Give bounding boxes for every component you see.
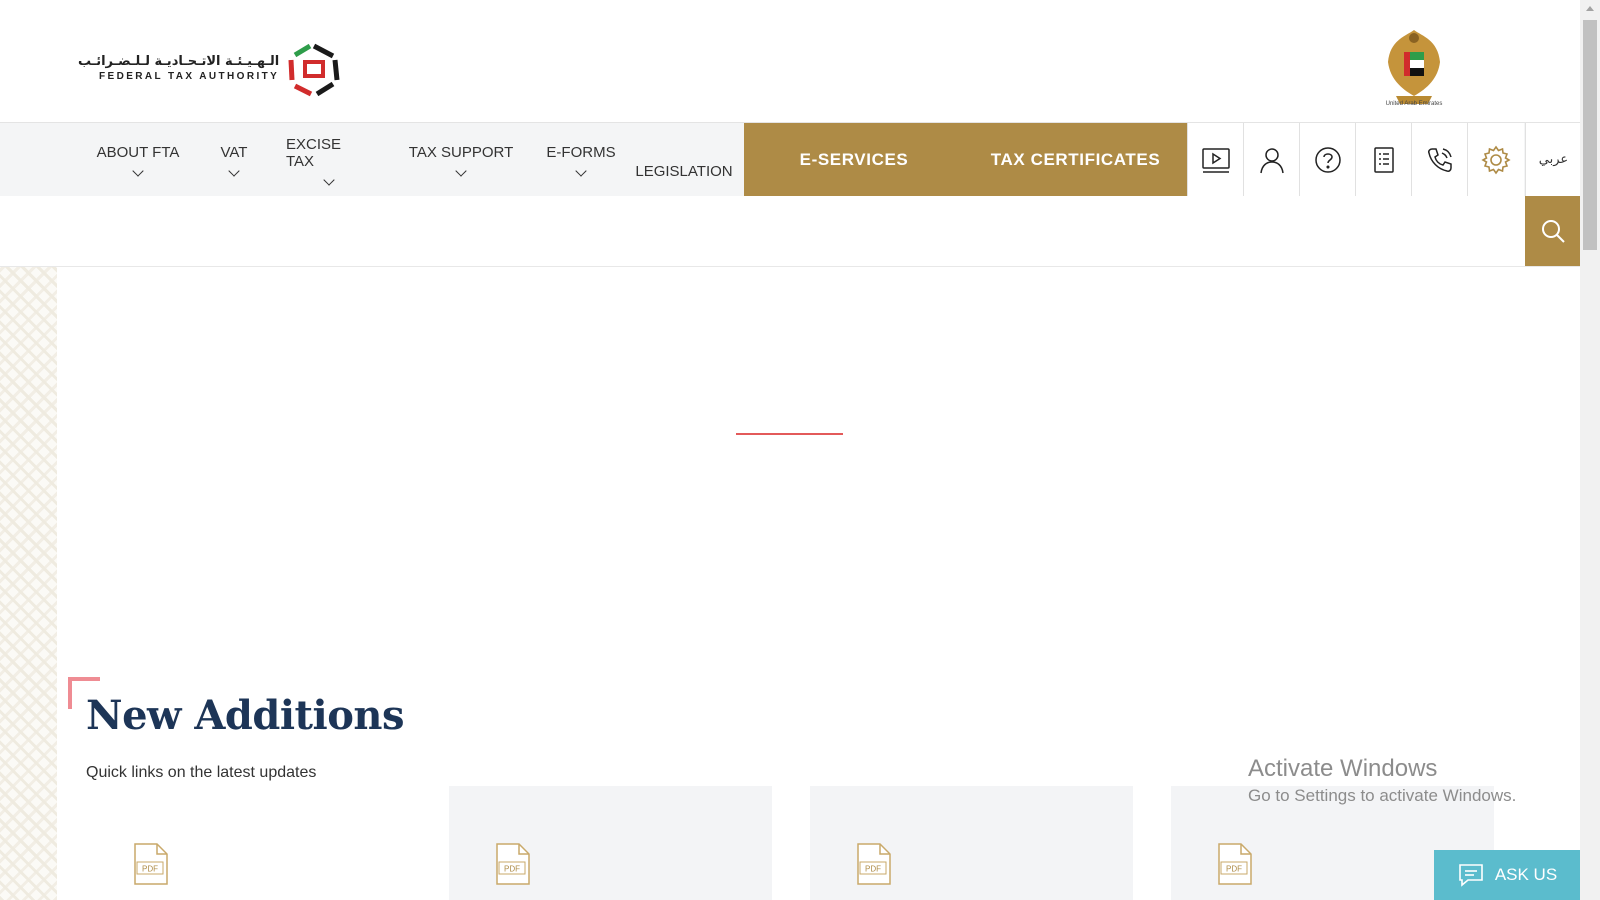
uae-emblem-icon	[1388, 30, 1440, 104]
pdf-icon: PDF	[857, 843, 891, 885]
pdf-icon: PDF	[1218, 843, 1252, 885]
video-button[interactable]	[1187, 123, 1244, 196]
pdf-label: PDF	[1226, 865, 1242, 874]
settings-icon	[1481, 145, 1511, 174]
nav-item-excise-tax[interactable]: EXCISE TAX	[286, 123, 372, 196]
emblem-caption: United Arab Emirates	[1385, 101, 1443, 107]
chat-icon	[1459, 864, 1483, 887]
fta-logo[interactable]: الـهـيـئـة الاتـحـاديـة لـلـضـرائـب FEDE…	[78, 40, 343, 98]
search-button[interactable]	[1525, 196, 1580, 266]
search-bar	[0, 196, 1580, 267]
help-button[interactable]	[1299, 123, 1356, 196]
gold-services-block: E-SERVICES TAX CERTIFICATES	[744, 123, 1187, 196]
chevron-down-icon	[323, 173, 335, 186]
new-addition-card[interactable]: PDF	[810, 786, 1133, 900]
nav-item-about-fta[interactable]: ABOUT FTA	[96, 123, 180, 196]
nav-label: VAT	[220, 144, 248, 161]
nav-item-e-forms[interactable]: E-FORMS	[546, 123, 616, 196]
pdf-label: PDF	[504, 865, 520, 874]
video-icon	[1202, 147, 1230, 173]
search-icon	[1541, 220, 1565, 243]
documents-button[interactable]	[1355, 123, 1412, 196]
chevron-down-icon	[228, 165, 240, 177]
section-title: New Additions	[86, 692, 405, 739]
scroll-thumb[interactable]	[1583, 20, 1597, 250]
pdf-label: PDF	[142, 865, 158, 874]
logo-english: FEDERAL TAX AUTHORITY	[99, 71, 280, 82]
help-icon	[1315, 146, 1341, 173]
nav-label: EXCISE TAX	[286, 135, 342, 170]
page-scrollbar[interactable]	[1580, 0, 1600, 900]
loading-indicator	[736, 433, 843, 435]
nav-label: E-FORMS	[546, 144, 616, 161]
pdf-label: PDF	[865, 865, 881, 874]
chevron-down-icon	[575, 165, 587, 177]
ask-us-button[interactable]: ASK US	[1434, 850, 1580, 900]
pdf-icon: PDF	[496, 843, 530, 885]
header: الـهـيـئـة الاتـحـاديـة لـلـضـرائـب FEDE…	[0, 0, 1580, 122]
ask-us-label: ASK US	[1494, 865, 1558, 884]
new-addition-card[interactable]: PDF	[87, 786, 410, 900]
phone-icon	[1428, 147, 1452, 172]
chevron-down-icon	[455, 165, 467, 177]
fta-emblem-icon	[288, 43, 340, 97]
scroll-up-arrow-icon[interactable]	[1586, 6, 1594, 11]
settings-button[interactable]	[1467, 123, 1524, 196]
nav-label: ABOUT FTA	[96, 144, 180, 161]
account-button[interactable]	[1243, 123, 1300, 196]
watermark-title: Activate Windows	[1248, 755, 1438, 782]
nav-label: LEGISLATION	[635, 163, 733, 180]
logo-text: الـهـيـئـة الاتـحـاديـة لـلـضـرائـب FEDE…	[78, 54, 279, 84]
new-addition-card[interactable]: PDF	[449, 786, 772, 900]
contact-button[interactable]	[1411, 123, 1468, 196]
language-toggle[interactable]: عربي	[1525, 123, 1581, 196]
nav-item-legislation[interactable]: LEGISLATION	[635, 123, 733, 196]
pdf-icon: PDF	[134, 843, 168, 885]
tax-certificates-button[interactable]: TAX CERTIFICATES	[964, 123, 1187, 196]
section-subtitle: Quick links on the latest updates	[86, 764, 317, 781]
windows-activation-watermark: Activate Windows Go to Settings to activ…	[1248, 754, 1516, 808]
nav-item-vat[interactable]: VAT	[214, 123, 254, 196]
user-icon	[1260, 147, 1284, 173]
main-navigation: ABOUT FTA VAT EXCISE TAX TAX SUPPORT E-F…	[0, 122, 1581, 197]
watermark-subtitle: Go to Settings to activate Windows.	[1248, 786, 1517, 805]
e-services-button[interactable]: E-SERVICES	[744, 123, 964, 196]
document-list-icon	[1374, 146, 1394, 173]
decorative-pattern	[0, 267, 57, 900]
nav-label: TAX SUPPORT	[408, 144, 514, 161]
nav-item-tax-support[interactable]: TAX SUPPORT	[408, 123, 514, 196]
chevron-down-icon	[132, 165, 144, 177]
search-input[interactable]	[0, 196, 1520, 266]
logo-arabic: الـهـيـئـة الاتـحـاديـة لـلـضـرائـب	[78, 54, 280, 69]
